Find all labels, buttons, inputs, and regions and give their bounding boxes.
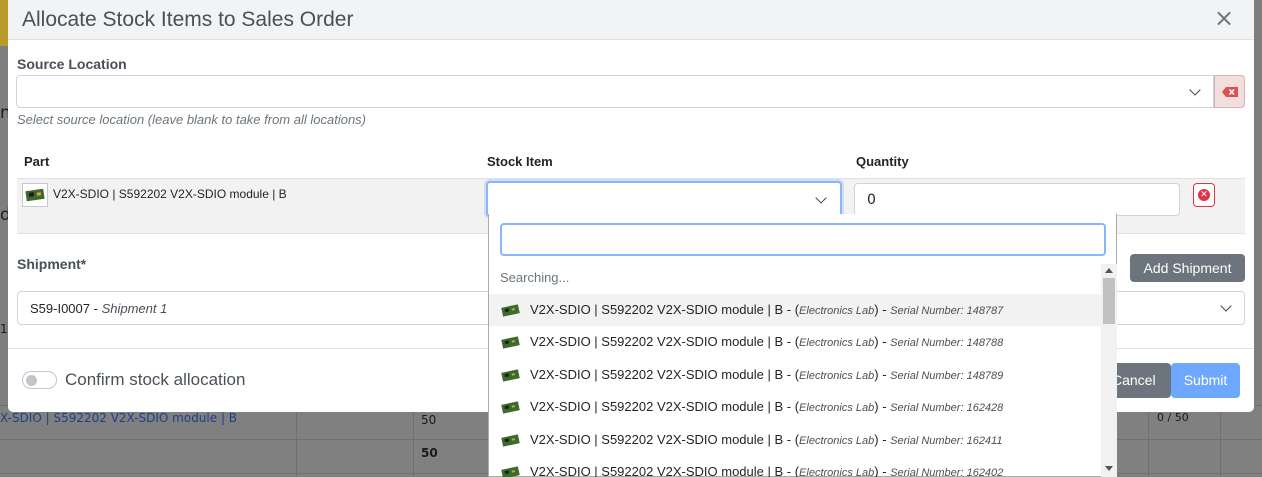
shipment-value: S59-I0007 - Shipment 1 (30, 301, 168, 316)
confirm-allocation-toggle[interactable] (22, 371, 57, 389)
part-thumbnail-icon (501, 466, 520, 477)
remove-row-button[interactable]: ✕ (1193, 183, 1215, 207)
confirm-allocation-label: Confirm stock allocation (65, 370, 246, 389)
source-location-help: Select source location (leave blank to t… (17, 112, 367, 127)
chevron-down-icon (1220, 300, 1232, 312)
background-row-quantity: 50 (421, 413, 437, 427)
remove-circle-icon: ✕ (1198, 189, 1210, 201)
list-item-label: V2X-SDIO | S592202 V2X-SDIO module | B -… (530, 464, 1004, 477)
quantity-input[interactable]: 0 (854, 183, 1180, 216)
backspace-icon (1222, 87, 1238, 97)
source-location-label: Source Location (17, 56, 127, 72)
chevron-down-icon (815, 192, 827, 204)
source-location-select[interactable] (16, 75, 1214, 108)
submit-button[interactable]: Submit (1171, 363, 1240, 398)
list-item-label: V2X-SDIO | S592202 V2X-SDIO module | B -… (530, 302, 1004, 317)
background-part-link[interactable]: X-SDIO | S592202 V2X-SDIO module | B (0, 411, 237, 425)
list-item[interactable]: V2X-SDIO | S592202 V2X-SDIO module | B -… (489, 294, 1101, 326)
part-thumbnail-icon (501, 304, 520, 317)
scroll-up-icon[interactable] (1105, 268, 1113, 273)
dropdown-scrollbar[interactable] (1101, 264, 1117, 477)
column-header-part: Part (24, 154, 50, 169)
part-thumbnail-icon (501, 433, 520, 447)
list-item[interactable]: V2X-SDIO | S592202 V2X-SDIO module | B -… (489, 424, 1101, 456)
chevron-down-icon (1189, 84, 1201, 96)
list-item[interactable]: V2X-SDIO | S592202 V2X-SDIO module | B -… (489, 456, 1101, 477)
stock-item-search-input[interactable] (500, 223, 1106, 256)
part-thumbnail (22, 183, 48, 207)
shipment-label: Shipment* (17, 256, 87, 272)
add-shipment-button[interactable]: Add Shipment (1130, 254, 1245, 282)
toggle-knob (26, 374, 37, 386)
modal-header: Allocate Stock Items to Sales Order × (8, 0, 1254, 40)
scrollbar-thumb[interactable] (1103, 278, 1115, 324)
close-icon[interactable]: × (1212, 6, 1236, 32)
background-total-quantity: 50 (421, 446, 438, 460)
part-thumbnail-icon (501, 336, 520, 350)
part-name: V2X-SDIO | S592202 V2X-SDIO module | B (53, 187, 287, 201)
list-item-label: V2X-SDIO | S592202 V2X-SDIO module | B -… (530, 399, 1004, 415)
list-item[interactable]: V2X-SDIO | S592202 V2X-SDIO module | B -… (489, 326, 1101, 358)
background-text-fragment: 1 (0, 322, 8, 336)
part-thumbnail-icon (501, 369, 520, 382)
clear-source-location-button[interactable] (1214, 75, 1245, 108)
part-thumbnail-icon (501, 401, 520, 414)
list-item-label: V2X-SDIO | S592202 V2X-SDIO module | B -… (530, 366, 1004, 382)
dropdown-results: V2X-SDIO | S592202 V2X-SDIO module | B -… (489, 294, 1101, 477)
scroll-down-icon[interactable] (1105, 466, 1113, 471)
stock-item-dropdown: Searching... V2X-SDIO | S592202 V2X-SDIO… (488, 214, 1117, 477)
dropdown-status: Searching... (500, 270, 570, 285)
column-header-quantity: Quantity (856, 154, 909, 169)
list-item[interactable]: V2X-SDIO | S592202 V2X-SDIO module | B -… (489, 359, 1101, 391)
stock-item-select[interactable] (486, 181, 842, 217)
modal-title: Allocate Stock Items to Sales Order (22, 8, 354, 31)
quantity-value: 0 (867, 192, 876, 208)
background-row-allocated: 0 / 50 (1157, 411, 1189, 424)
list-item[interactable]: V2X-SDIO | S592202 V2X-SDIO module | B -… (489, 391, 1101, 423)
list-item-label: V2X-SDIO | S592202 V2X-SDIO module | B -… (530, 431, 1003, 447)
list-item-label: V2X-SDIO | S592202 V2X-SDIO module | B -… (530, 334, 1004, 350)
column-header-stock-item: Stock Item (487, 154, 553, 169)
